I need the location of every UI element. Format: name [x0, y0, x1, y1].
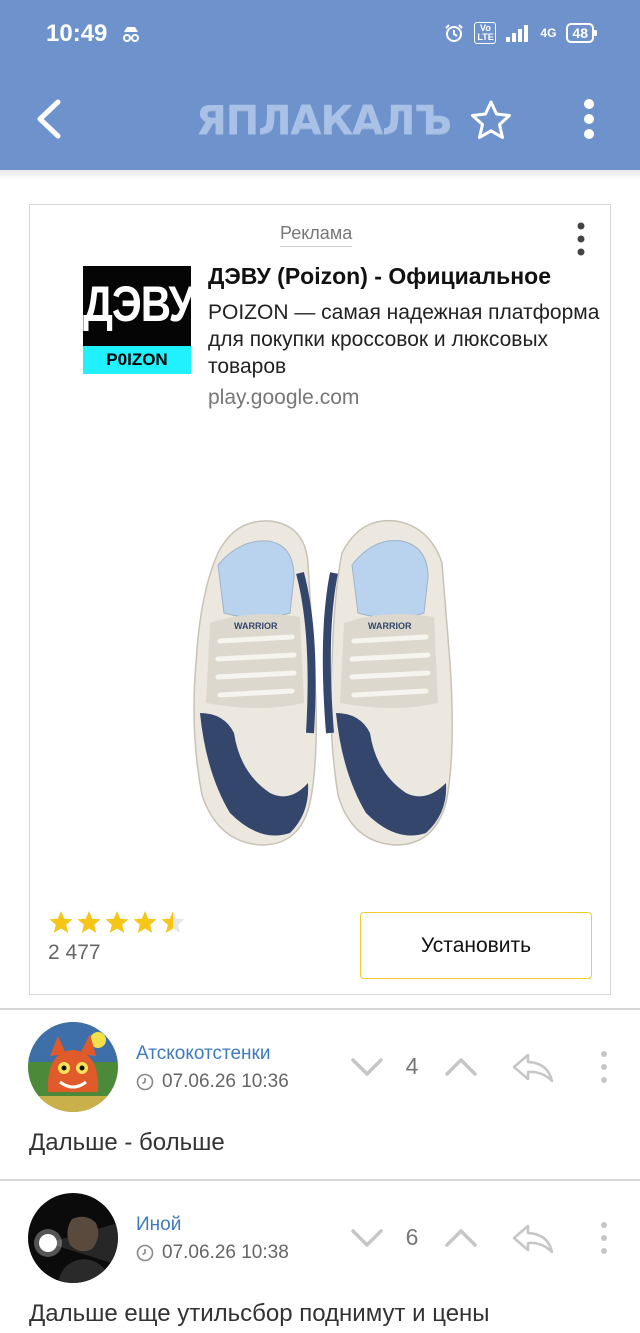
kebab-menu-icon[interactable] — [574, 96, 604, 142]
comment-text: Дальше - больше — [29, 1129, 225, 1156]
comment-score: 6 — [405, 1224, 419, 1250]
comment-options-icon[interactable] — [594, 1220, 614, 1256]
ad-title[interactable]: ДЭВУ (Poizon) - Официальное — [208, 263, 603, 290]
avatar[interactable] — [28, 1193, 118, 1283]
comment-author[interactable]: Иной — [136, 1214, 181, 1236]
nav-header: ЯПЛАКАЛЪ — [0, 68, 640, 170]
svg-text:WARRIOR: WARRIOR — [234, 621, 278, 631]
status-icons: Vo LTE 4G 48 — [444, 22, 597, 44]
ad-options-icon[interactable] — [570, 221, 592, 257]
clock-icon — [136, 1073, 154, 1091]
ad-description: POIZON — самая надежная платформа для по… — [208, 301, 600, 378]
ad-card[interactable]: Реклама ДЭВУ P0IZON ДЭВУ (Poizon) - Офиц… — [29, 204, 611, 995]
avatar-cat-image — [28, 1022, 118, 1112]
brand-logo[interactable]: ДЭВУ P0IZON — [83, 266, 195, 374]
vote-down-icon[interactable] — [350, 1226, 384, 1250]
site-logo[interactable]: ЯПЛАКАЛЪ — [196, 98, 452, 144]
comment-author[interactable]: Атскокотстенки — [136, 1043, 270, 1065]
comment-timestamp: 07.06.26 10:38 — [162, 1242, 289, 1263]
star-filled-icon — [133, 911, 157, 933]
header-shadow — [0, 170, 640, 180]
status-bar: 10:49 Vo LTE 4G 48 — [0, 0, 640, 68]
network-type: 4G — [540, 26, 557, 40]
brand-logo-sub: P0IZON — [83, 346, 191, 374]
comment-options-icon[interactable] — [594, 1049, 614, 1085]
avatar[interactable] — [28, 1022, 118, 1112]
comment-timestamp: 07.06.26 10:36 — [162, 1071, 289, 1092]
comment-meta: 07.06.26 10:38 — [136, 1242, 289, 1264]
vote-up-icon[interactable] — [444, 1055, 478, 1079]
battery-indicator: 48 — [566, 23, 597, 43]
comment-text: Дальше еще утильсбор поднимут и цены — [29, 1300, 490, 1327]
app-rating: 2 477 — [48, 909, 186, 965]
rating-count: 2 477 — [48, 941, 101, 964]
star-filled-icon — [105, 911, 129, 933]
back-arrow-icon[interactable] — [30, 96, 70, 142]
volte-badge: Vo LTE — [474, 22, 497, 44]
star-filled-icon — [49, 911, 73, 933]
vote-up-icon[interactable] — [444, 1226, 478, 1250]
incognito-icon — [123, 27, 139, 42]
svg-text:WARRIOR: WARRIOR — [368, 621, 412, 631]
status-time: 10:49 — [46, 20, 108, 47]
star-half-icon — [161, 911, 185, 933]
sneakers-image[interactable]: WARRIOR WARRIOR — [190, 513, 470, 853]
brand-logo-text: ДЭВУ — [83, 275, 195, 332]
ad-url[interactable]: play.google.com — [208, 386, 359, 410]
ad-label: Реклама — [280, 223, 353, 247]
avatar-flashlight-image — [28, 1193, 118, 1283]
favorite-star-icon[interactable] — [468, 98, 514, 142]
signal-icon — [506, 25, 529, 42]
clock-icon — [136, 1244, 154, 1262]
comment-meta: 07.06.26 10:36 — [136, 1071, 289, 1093]
comment-item: Иной 07.06.26 10:38 6 Дальше еще утильсб… — [0, 1180, 640, 1333]
reply-icon[interactable] — [510, 1051, 556, 1085]
comment-score: 4 — [405, 1053, 419, 1079]
alarm-icon — [445, 24, 464, 42]
reply-icon[interactable] — [510, 1222, 556, 1256]
install-button[interactable]: Установить — [360, 912, 592, 979]
star-filled-icon — [77, 911, 101, 933]
app-header-bar: 10:49 Vo LTE 4G 48 ЯПЛАКАЛЪ — [0, 0, 640, 170]
comment-item: Атскокотстенки 07.06.26 10:36 4 Дальше -… — [0, 1009, 640, 1179]
rating-stars — [48, 909, 186, 935]
vote-down-icon[interactable] — [350, 1055, 384, 1079]
